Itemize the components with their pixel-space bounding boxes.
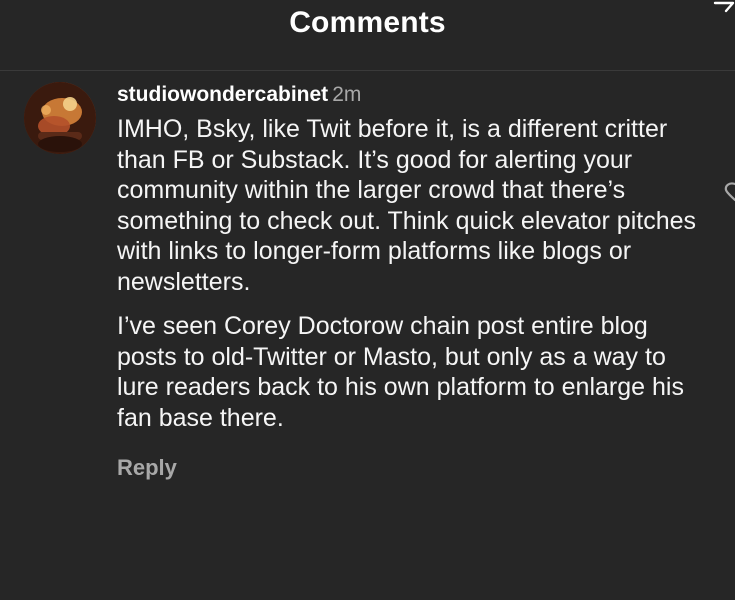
- heart-icon[interactable]: [721, 180, 735, 206]
- comment-body: studiowondercabinet 2m IMHO, Bsky, like T…: [117, 82, 707, 481]
- page-title: Comments: [289, 6, 446, 39]
- reply-button[interactable]: Reply: [117, 455, 707, 481]
- comment-time: 2m: [332, 83, 362, 106]
- filter-icon[interactable]: [713, 0, 735, 22]
- avatar[interactable]: [24, 82, 96, 154]
- comment-text-paragraph: IMHO, Bsky, like Twit before it, is a di…: [117, 115, 697, 296]
- comment-username[interactable]: studiowondercabinet: [117, 83, 328, 106]
- avatar-image: [24, 82, 96, 154]
- comment-meta: studiowondercabinet 2m: [117, 82, 707, 108]
- comment-text-paragraph: I’ve seen Corey Doctorow chain post enti…: [117, 312, 684, 432]
- comments-header: Comments: [0, 0, 735, 71]
